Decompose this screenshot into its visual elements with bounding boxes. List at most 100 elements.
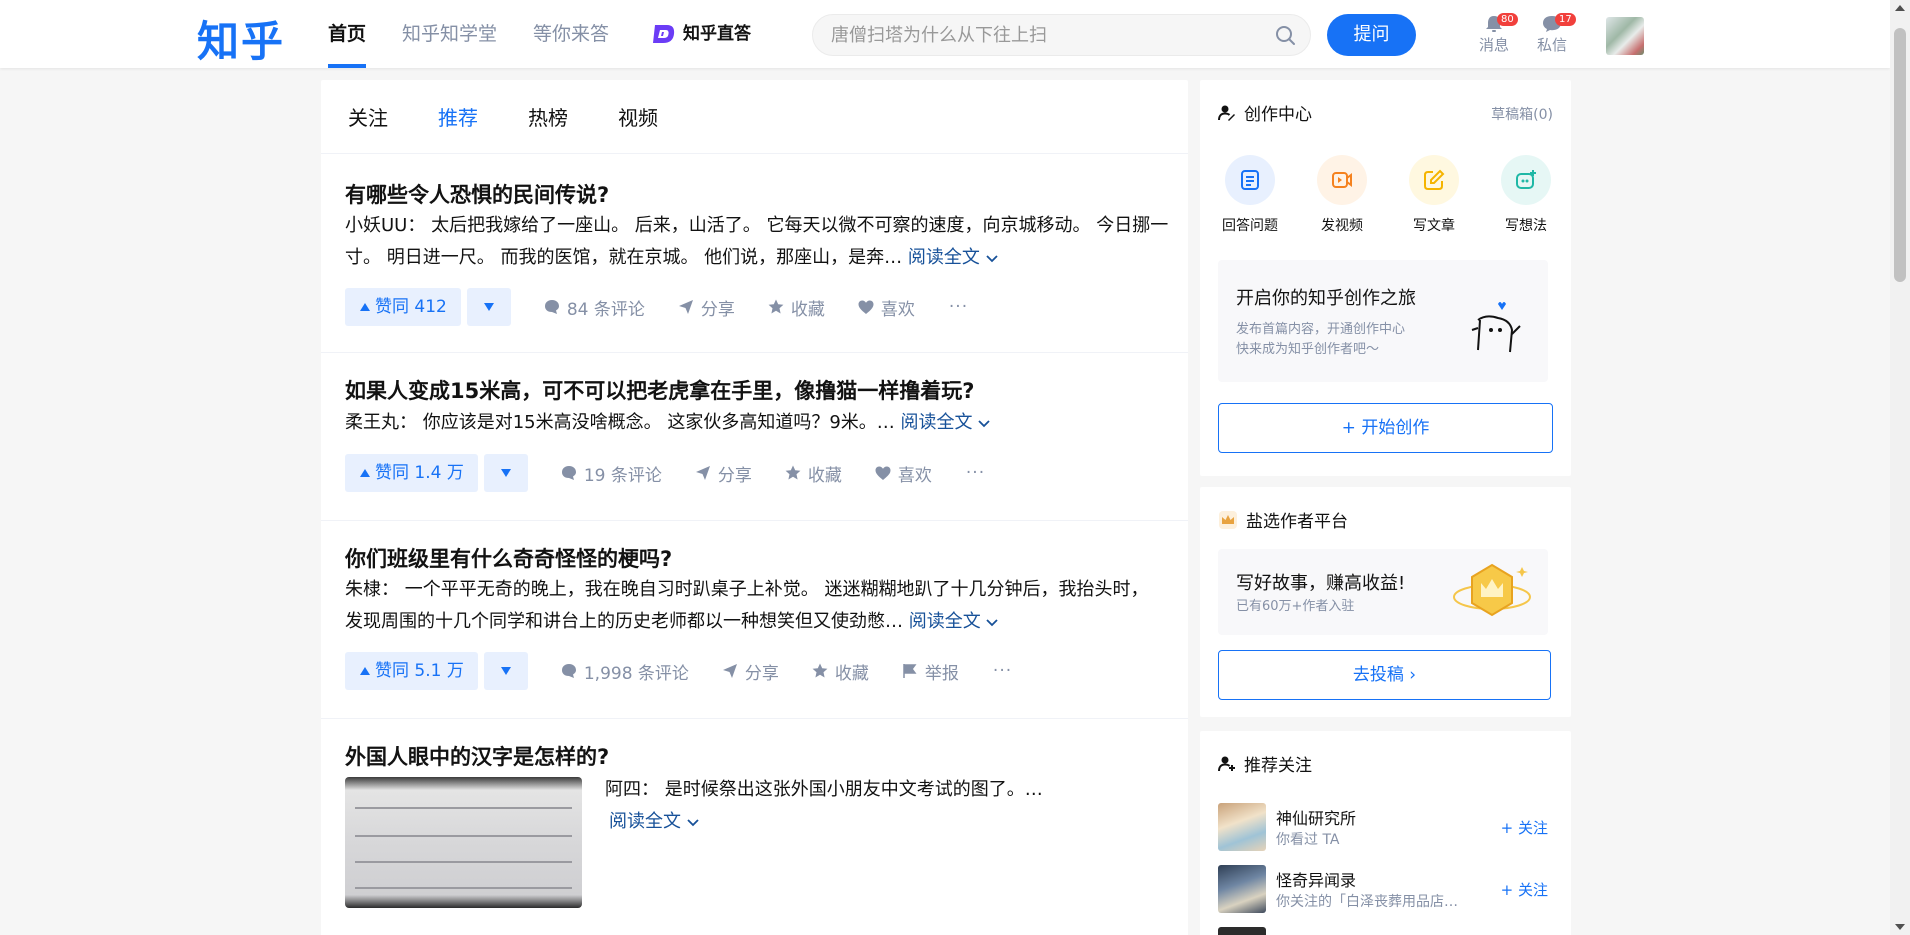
recommended-user-name[interactable]: 神仙研究所 xyxy=(1276,805,1356,829)
write-idea-action[interactable]: 写想法 xyxy=(1494,155,1558,235)
downvote-button[interactable] xyxy=(466,288,511,326)
more-menu-button[interactable]: ··· xyxy=(966,463,985,483)
recommended-user-avatar[interactable] xyxy=(1218,865,1266,913)
share-button[interactable]: 分享 xyxy=(677,295,735,320)
like-button[interactable]: 喜欢 xyxy=(857,295,915,320)
start-creating-button[interactable]: + 开始创作 xyxy=(1218,403,1553,453)
card-excerpt[interactable]: 柔王丸： 你应该是对15米高没啥概念。 这家伙多高知道吗？9米。… 阅读全文 xyxy=(345,407,1185,439)
more-menu-button[interactable]: ··· xyxy=(993,661,1012,681)
post-video-action[interactable]: 发视频 xyxy=(1310,155,1374,235)
collect-button[interactable]: 收藏 xyxy=(767,295,825,320)
creator-promo-desc: 发布首篇内容，开通创作中心 快来成为知乎创作者吧～ xyxy=(1236,322,1406,357)
triangle-up-icon xyxy=(360,667,370,675)
tab-video[interactable]: 视频 xyxy=(618,80,658,153)
card-excerpt[interactable]: 阿四： 是时候祭出这张外国小朋友中文考试的图了。… 阅读全文 xyxy=(605,774,1165,838)
read-more-link[interactable]: 阅读全文 xyxy=(909,611,999,632)
upvote-button[interactable]: 赞同 1.4 万 xyxy=(345,454,478,492)
nav-waiting-answers[interactable]: 等你来答 xyxy=(533,0,609,68)
messages-button[interactable]: 80 消息 xyxy=(1472,13,1518,55)
write-article-action[interactable]: 写文章 xyxy=(1402,155,1466,235)
excerpt-text: 小妖UU： 太后把我嫁给了一座山。 后来，山活了。 它每天以微不可察的速度，向京… xyxy=(345,215,1169,268)
nav-home[interactable]: 首页 xyxy=(328,0,367,68)
like-button[interactable]: 喜欢 xyxy=(874,461,932,486)
scrollbar-thumb[interactable] xyxy=(1894,28,1906,282)
share-label: 分享 xyxy=(700,299,735,320)
report-label: 举报 xyxy=(924,663,959,684)
scroll-down-arrow[interactable] xyxy=(1895,924,1905,930)
tab-recommend[interactable]: 推荐 xyxy=(438,80,478,153)
flag-icon xyxy=(903,664,917,678)
zhida-logo-icon xyxy=(653,25,675,43)
thumbnail-line xyxy=(355,861,572,863)
main-nav: 首页 知乎知学堂 等你来答 知乎直答 xyxy=(328,0,787,68)
read-more-link[interactable]: 阅读全文 xyxy=(901,412,991,433)
scroll-up-arrow[interactable] xyxy=(1895,5,1905,11)
answer-question-label: 回答问题 xyxy=(1222,218,1278,234)
answer-question-action[interactable]: 回答问题 xyxy=(1218,155,1282,235)
document-icon xyxy=(1241,170,1259,190)
collect-button[interactable]: 收藏 xyxy=(784,461,842,486)
recommended-user-row[interactable]: 神仙研究所 你看过 TA + 关注 xyxy=(1218,803,1558,853)
drafts-link[interactable]: 草稿箱(0) xyxy=(1491,104,1553,124)
search-input[interactable] xyxy=(831,15,1251,55)
ask-question-button[interactable]: 提问 xyxy=(1327,14,1416,56)
salt-author-panel: 盐选作者平台 写好故事，赚高收益! 已有60万+作者入驻 去投稿 › xyxy=(1200,487,1571,717)
user-edit-icon xyxy=(1218,105,1235,121)
video-camera-icon xyxy=(1332,172,1352,188)
star-icon xyxy=(768,299,784,314)
creator-promo-title: 开启你的知乎创作之旅 xyxy=(1236,288,1416,309)
thumbnail-line xyxy=(355,835,572,837)
collect-button[interactable]: 收藏 xyxy=(811,659,869,684)
recommended-user-row[interactable] xyxy=(1218,927,1558,935)
zhihu-logo[interactable]: 知乎 xyxy=(197,8,285,69)
share-button[interactable]: 分享 xyxy=(694,461,752,486)
comments-button[interactable]: 1,998 条评论 xyxy=(560,659,689,684)
comments-button[interactable]: 84 条评论 xyxy=(543,295,645,320)
feed-card: 如果人变成15米高，可不可以把老虎拿在手里，像撸猫一样撸着玩? 柔王丸： 你应该… xyxy=(321,353,1188,521)
follow-label: 关注 xyxy=(1517,819,1548,837)
card-excerpt[interactable]: 小妖UU： 太后把我嫁给了一座山。 后来，山活了。 它每天以微不可察的速度，向京… xyxy=(345,210,1185,274)
nav-zhixuetang[interactable]: 知乎知学堂 xyxy=(402,0,497,68)
recommended-user-avatar[interactable] xyxy=(1218,927,1266,935)
search-icon[interactable] xyxy=(1274,24,1296,46)
heart-icon xyxy=(858,300,874,314)
downvote-button[interactable] xyxy=(483,652,528,690)
direct-messages-button[interactable]: 17 私信 xyxy=(1530,13,1576,55)
tab-hot[interactable]: 热榜 xyxy=(528,80,568,153)
upvote-button[interactable]: 赞同 412 xyxy=(345,288,461,326)
report-button[interactable]: 举报 xyxy=(901,659,959,684)
follow-button[interactable]: + 关注 xyxy=(1501,879,1548,900)
collect-label: 收藏 xyxy=(834,663,869,684)
gold-crown-badge-icon xyxy=(1453,563,1531,617)
pencil-square-icon xyxy=(1424,169,1445,190)
downvote-button[interactable] xyxy=(483,454,528,492)
more-menu-button[interactable]: ··· xyxy=(949,297,968,317)
submit-manuscript-button[interactable]: 去投稿 › xyxy=(1218,650,1551,700)
comments-button[interactable]: 19 条评论 xyxy=(560,461,662,486)
excerpt-text: 朱棣： 一个平平无奇的晚上，我在晚自习时趴桌子上补觉。 迷迷糊糊地趴了十几分钟后… xyxy=(345,579,1149,632)
nav-zhida[interactable]: 知乎直答 xyxy=(651,0,751,68)
follow-button[interactable]: + 关注 xyxy=(1501,817,1548,838)
card-thumbnail-image[interactable] xyxy=(345,777,582,908)
triangle-up-icon xyxy=(360,469,370,477)
recommended-user-avatar[interactable] xyxy=(1218,803,1266,851)
create-actions: 回答问题 发视频 写文章 写想法 xyxy=(1218,155,1558,235)
card-excerpt[interactable]: 朱棣： 一个平平无奇的晚上，我在晚自习时趴桌子上补觉。 迷迷糊糊地趴了十几分钟后… xyxy=(345,574,1165,638)
recommended-user-name[interactable]: 怪奇异闻录 xyxy=(1276,867,1356,891)
tab-follow[interactable]: 关注 xyxy=(348,80,388,153)
card-title[interactable]: 如果人变成15米高，可不可以把老虎拿在手里，像撸猫一样撸着玩? xyxy=(345,375,974,405)
page-scrollbar[interactable] xyxy=(1890,0,1910,935)
share-button[interactable]: 分享 xyxy=(721,659,779,684)
feed-card: 有哪些令人恐惧的民间传说? 小妖UU： 太后把我嫁给了一座山。 后来，山活了。 … xyxy=(321,155,1188,353)
excerpt-text: 柔王丸： 你应该是对15米高没啥概念。 这家伙多高知道吗？9米。… xyxy=(345,412,895,433)
creator-center-header: 创作中心 xyxy=(1218,100,1312,125)
read-more-link[interactable]: 阅读全文 xyxy=(609,811,699,832)
card-title[interactable]: 你们班级里有什么奇奇怪怪的梗吗? xyxy=(345,543,672,573)
follow-label: 关注 xyxy=(1517,881,1548,899)
card-title[interactable]: 外国人眼中的汉字是怎样的? xyxy=(345,741,609,771)
recommended-user-row[interactable]: 怪奇异闻录 你关注的「白泽丧葬用品店… + 关注 xyxy=(1218,865,1558,915)
read-more-link[interactable]: 阅读全文 xyxy=(908,247,998,268)
user-avatar[interactable] xyxy=(1606,17,1644,55)
card-title[interactable]: 有哪些令人恐惧的民间传说? xyxy=(345,179,609,209)
upvote-button[interactable]: 赞同 5.1 万 xyxy=(345,652,478,690)
